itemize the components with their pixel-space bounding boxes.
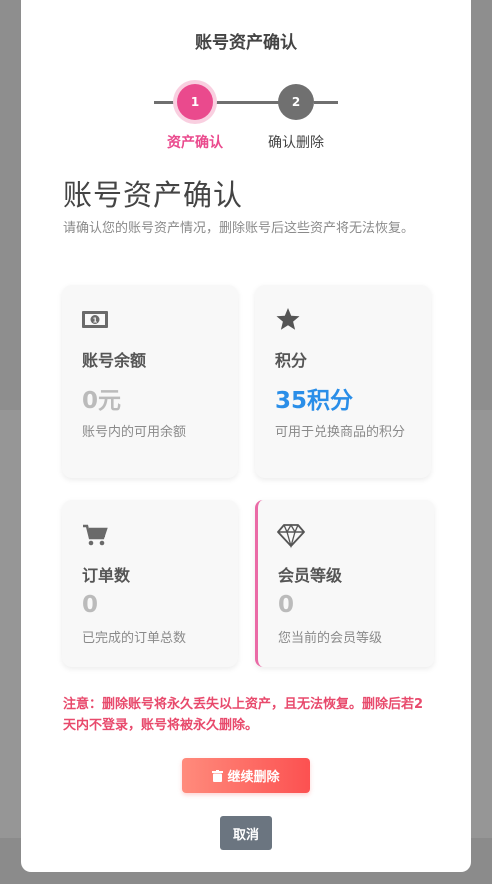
membership-value: 0 [278, 592, 295, 618]
cancel-button[interactable]: 取消 [220, 816, 272, 850]
money-icon: 1 [82, 311, 108, 328]
step-line-right [314, 101, 338, 104]
orders-title: 订单数 [82, 566, 131, 585]
step-1-label: 资产确认 [167, 135, 223, 151]
modal-title: 账号资产确认 [195, 33, 297, 53]
orders-value: 0 [82, 592, 99, 618]
trash-icon [212, 769, 224, 782]
points-card: 积分 35积分 可用于兑换商品的积分 [255, 285, 431, 478]
star-icon [276, 308, 300, 330]
membership-card: 会员等级 0 您当前的会员等级 [255, 500, 434, 667]
deletion-warning: 注意：删除账号将永久丢失以上资产，且无法恢复。删除后若2天内不登录，账号将被永久… [63, 697, 424, 733]
step-indicator: 1 2 资产确认 确认删除 [21, 80, 471, 160]
balance-value: 0元 [82, 388, 122, 414]
cart-icon [83, 524, 108, 546]
step-2-circle: 2 [278, 84, 314, 120]
membership-title: 会员等级 [278, 566, 343, 585]
step-2-label: 确认删除 [268, 135, 324, 151]
balance-title: 账号余额 [82, 351, 147, 370]
step-1-circle: 1 [177, 84, 213, 120]
continue-delete-label: 继续删除 [227, 770, 280, 785]
points-value: 35积分 [275, 388, 354, 414]
section-description: 请确认您的账号资产情况，删除账号后这些资产将无法恢复。 [63, 221, 415, 236]
diamond-icon [277, 523, 305, 549]
account-deletion-modal: 账号资产确认 1 2 资产确认 确认删除 账号资产确认 请确认您的账号资产情况，… [21, 0, 471, 872]
section-heading: 账号资产确认 [63, 178, 244, 212]
continue-delete-button[interactable]: 继续删除 [182, 758, 310, 793]
membership-desc: 您当前的会员等级 [278, 631, 383, 646]
balance-card: 1 账号余额 0元 账号内的可用余额 [62, 285, 238, 478]
points-title: 积分 [275, 351, 308, 370]
svg-text:1: 1 [93, 317, 98, 325]
orders-card: 订单数 0 已完成的订单总数 [62, 500, 238, 667]
orders-desc: 已完成的订单总数 [82, 631, 187, 646]
balance-desc: 账号内的可用余额 [82, 425, 187, 440]
points-desc: 可用于兑换商品的积分 [275, 425, 406, 440]
